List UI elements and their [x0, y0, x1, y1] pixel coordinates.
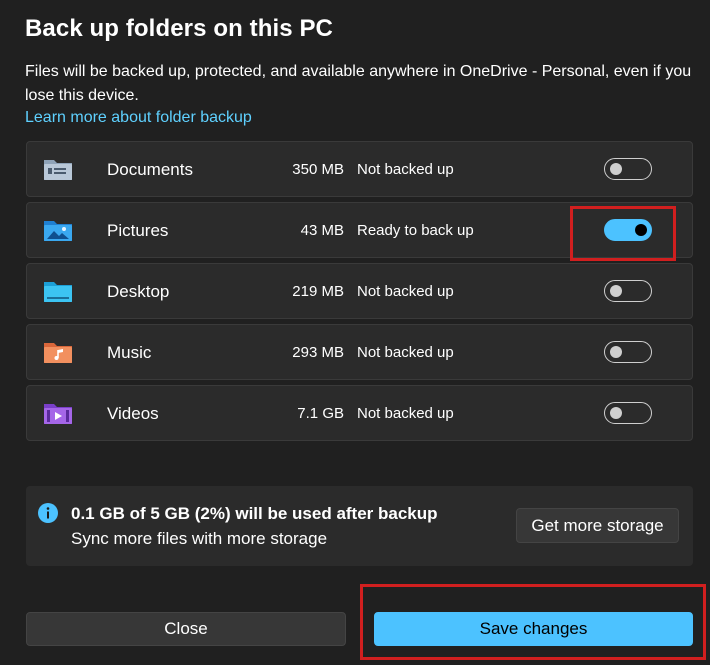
folder-status: Ready to back up [357, 222, 474, 239]
toggle-highlight-box [570, 206, 676, 261]
videos-folder-icon [44, 404, 72, 424]
save-highlight-box [360, 584, 706, 660]
desktop-backup-toggle[interactable] [604, 280, 652, 302]
learn-more-link[interactable]: Learn more about folder backup [25, 109, 252, 127]
folder-row-desktop: Desktop 219 MB Not backed up [26, 263, 693, 319]
folder-name: Music [107, 343, 152, 362]
folder-status: Not backed up [357, 405, 454, 422]
dialog-title: Back up folders on this PC [25, 15, 333, 42]
folder-size: 43 MB [300, 222, 344, 239]
desktop-folder-icon [44, 282, 72, 302]
folder-name: Pictures [107, 221, 169, 240]
folder-size: 7.1 GB [297, 405, 344, 422]
storage-usage-text: 0.1 GB of 5 GB (2%) will be used after b… [71, 504, 438, 523]
folder-status: Not backed up [357, 283, 454, 300]
get-more-storage-button[interactable]: Get more storage [516, 508, 679, 543]
folder-name: Documents [107, 160, 193, 179]
folder-list: Documents 350 MB Not backed up Pictures … [26, 141, 693, 446]
folder-row-documents: Documents 350 MB Not backed up [26, 141, 693, 197]
toggle-knob [610, 163, 622, 175]
dialog-description: Files will be backed up, protected, and … [25, 63, 692, 104]
storage-sub-text: Sync more files with more storage [71, 529, 328, 548]
documents-backup-toggle[interactable] [604, 158, 652, 180]
folder-row-videos: Videos 7.1 GB Not backed up [26, 385, 693, 441]
folder-row-music: Music 293 MB Not backed up [26, 324, 693, 380]
toggle-knob [610, 285, 622, 297]
toggle-knob [610, 407, 622, 419]
folder-size: 350 MB [292, 161, 344, 178]
toggle-knob [610, 346, 622, 358]
videos-backup-toggle[interactable] [604, 402, 652, 424]
storage-info-panel: 0.1 GB of 5 GB (2%) will be used after b… [26, 486, 693, 566]
documents-folder-icon [44, 160, 72, 180]
folder-name: Desktop [107, 282, 170, 301]
info-icon [38, 503, 58, 523]
folder-size: 293 MB [292, 344, 344, 361]
folder-status: Not backed up [357, 161, 454, 178]
folder-status: Not backed up [357, 344, 454, 361]
folder-size: 219 MB [292, 283, 344, 300]
folder-name: Videos [107, 404, 159, 423]
pictures-folder-icon [44, 221, 72, 241]
close-button[interactable]: Close [26, 612, 346, 646]
music-backup-toggle[interactable] [604, 341, 652, 363]
backup-dialog: Back up folders on this PC Files will be… [0, 0, 710, 665]
music-folder-icon [44, 343, 72, 363]
